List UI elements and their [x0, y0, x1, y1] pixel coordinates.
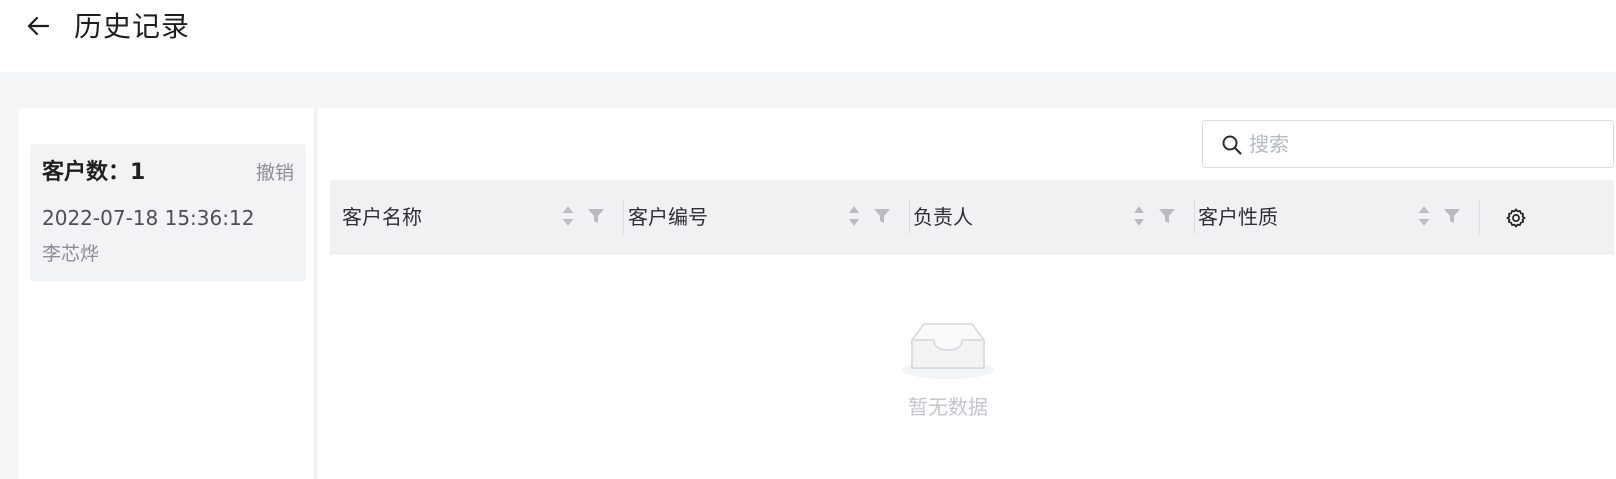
search-box[interactable]	[1202, 120, 1614, 168]
column-header-customer-nature[interactable]: 客户性质	[1186, 180, 1480, 254]
main-content: 客户名称 客户编号 负责人	[318, 108, 1616, 479]
page-title: 历史记录	[74, 10, 191, 43]
gear-icon[interactable]	[1505, 207, 1527, 229]
sort-icon[interactable]	[846, 203, 862, 229]
empty-message: 暂无数据	[908, 395, 988, 419]
sort-icon[interactable]	[1416, 203, 1432, 229]
column-divider[interactable]	[1479, 200, 1480, 234]
filter-icon[interactable]	[873, 208, 891, 224]
history-record-card[interactable]: 客户数：1 撤销 2022-07-18 15:36:12 李芯烨	[30, 144, 306, 281]
back-arrow-icon[interactable]	[24, 12, 52, 40]
column-label: 客户编号	[628, 205, 708, 229]
column-header-owner[interactable]: 负责人	[901, 180, 1195, 254]
filter-icon[interactable]	[587, 208, 605, 224]
column-header-customer-name[interactable]: 客户名称	[330, 180, 624, 254]
record-operator: 李芯烨	[42, 243, 100, 265]
filter-icon[interactable]	[1158, 208, 1176, 224]
column-label: 客户名称	[342, 205, 422, 229]
history-sidebar: 客户数：1 撤销 2022-07-18 15:36:12 李芯烨	[18, 108, 316, 479]
empty-inbox-icon	[902, 323, 994, 379]
empty-state: 暂无数据	[898, 318, 998, 428]
column-label: 负责人	[913, 205, 973, 229]
search-input[interactable]	[1247, 127, 1597, 161]
page-header: 历史记录	[0, 0, 1616, 72]
record-customer-count: 客户数：1	[42, 160, 146, 185]
column-label: 客户性质	[1198, 205, 1278, 229]
undo-button[interactable]: 撤销	[256, 159, 294, 187]
record-timestamp: 2022-07-18 15:36:12	[42, 206, 255, 230]
column-header-customer-number[interactable]: 客户编号	[616, 180, 910, 254]
search-icon	[1222, 135, 1242, 155]
table-header-row: 客户名称 客户编号 负责人 客户性质	[330, 180, 1614, 254]
sort-icon[interactable]	[1131, 203, 1147, 229]
filter-icon[interactable]	[1443, 208, 1461, 224]
sort-icon[interactable]	[560, 203, 576, 229]
